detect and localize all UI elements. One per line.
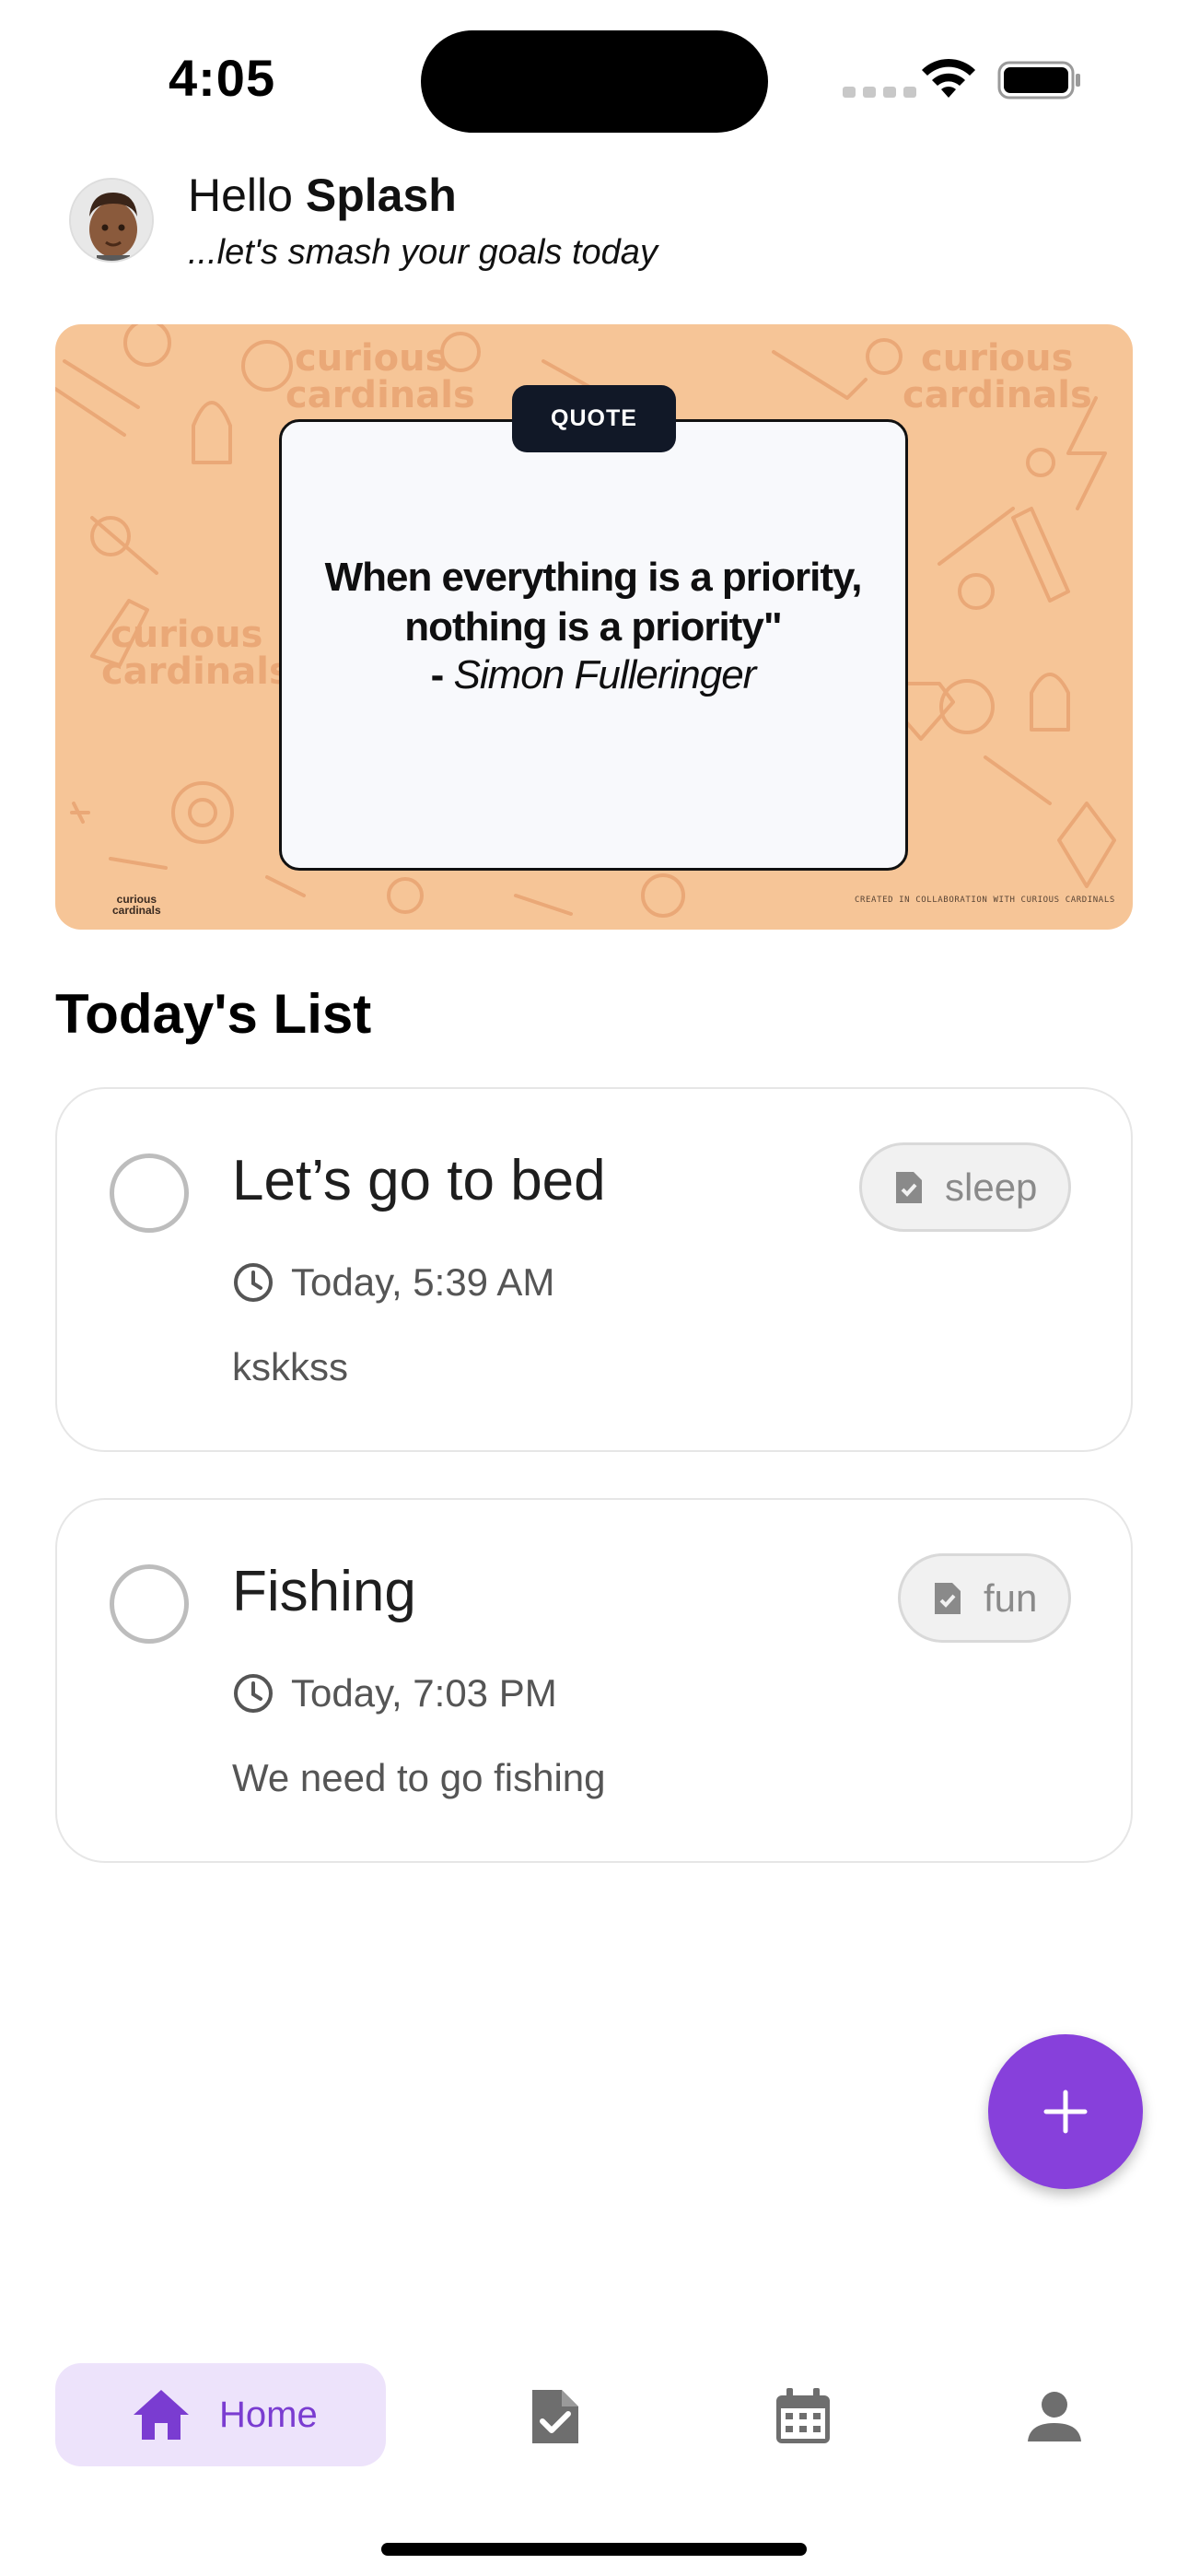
avatar-image	[71, 180, 152, 261]
nav-home[interactable]: Home	[55, 2363, 386, 2466]
credit-text: CREATED IN COLLABORATION WITH CURIOUS CA…	[855, 896, 1115, 905]
task-note: We need to go fishing	[232, 1756, 606, 1799]
dynamic-island	[421, 30, 768, 133]
document-check-icon	[896, 1171, 922, 1203]
bottom-nav: Home	[0, 2340, 1188, 2506]
plus-icon	[1043, 2090, 1088, 2134]
nav-home-label: Home	[219, 2394, 318, 2435]
svg-text:cardinals: cardinals	[285, 374, 475, 416]
greeting-prefix: Hello	[188, 170, 293, 221]
clock-icon	[234, 1674, 273, 1713]
task-checkbox[interactable]	[110, 1153, 189, 1233]
task-tag[interactable]: sleep	[859, 1142, 1072, 1232]
task-time: Today, 5:39 AM	[232, 1260, 554, 1305]
home-indicator	[381, 2543, 807, 2556]
status-time: 4:05	[169, 49, 276, 107]
task-tag[interactable]: fun	[898, 1553, 1072, 1643]
task-card[interactable]: Let’s go to bed sleep Today, 5:39 AM ksk…	[55, 1087, 1133, 1452]
brand-logo: curious cardinals	[112, 894, 161, 916]
home-icon	[134, 2390, 189, 2440]
task-note: kskkss	[232, 1345, 348, 1388]
clock-icon	[234, 1263, 273, 1302]
avatar[interactable]	[69, 178, 154, 263]
calendar-icon[interactable]	[773, 2386, 833, 2447]
status-bar: 4:05	[0, 0, 1188, 138]
section-title: Today's List	[55, 983, 372, 1045]
task-time: Today, 7:03 PM	[232, 1671, 557, 1715]
quote-banner[interactable]: curious cardinals curious cardinals curi…	[55, 324, 1133, 930]
task-tag-label: sleep	[945, 1165, 1038, 1209]
svg-text:cardinals: cardinals	[903, 374, 1092, 416]
battery-icon	[997, 61, 1080, 100]
quote-tag: QUOTE	[512, 385, 676, 452]
profile-icon[interactable]	[1024, 2386, 1085, 2447]
task-card[interactable]: Fishing fun Today, 7:03 PM We need to go…	[55, 1498, 1133, 1863]
quote-text: When everything is a priority, nothing i…	[324, 555, 863, 650]
task-title: Fishing	[232, 1560, 416, 1623]
brand-logo-line2: cardinals	[112, 904, 161, 917]
greeting: Hello Splash	[188, 169, 457, 222]
task-tag-label: fun	[984, 1575, 1038, 1620]
user-name: Splash	[305, 170, 457, 221]
svg-text:cardinals: cardinals	[101, 650, 291, 693]
tasks-icon[interactable]	[525, 2386, 586, 2447]
greeting-subtitle: ...let's smash your goals today	[188, 233, 658, 272]
task-title: Let’s go to bed	[232, 1149, 606, 1212]
quote-author-prefix: -	[430, 652, 445, 697]
quote-author: - Simon Fulleringer	[295, 650, 891, 700]
wifi-icon	[922, 58, 975, 98]
cellular-signal-icon	[843, 87, 916, 98]
quote-author-name: Simon Fulleringer	[453, 652, 757, 697]
document-check-icon	[935, 1582, 961, 1614]
task-time-label: Today, 5:39 AM	[291, 1260, 555, 1304]
add-task-button[interactable]	[988, 2034, 1143, 2189]
task-checkbox[interactable]	[110, 1564, 189, 1644]
task-time-label: Today, 7:03 PM	[291, 1671, 557, 1715]
